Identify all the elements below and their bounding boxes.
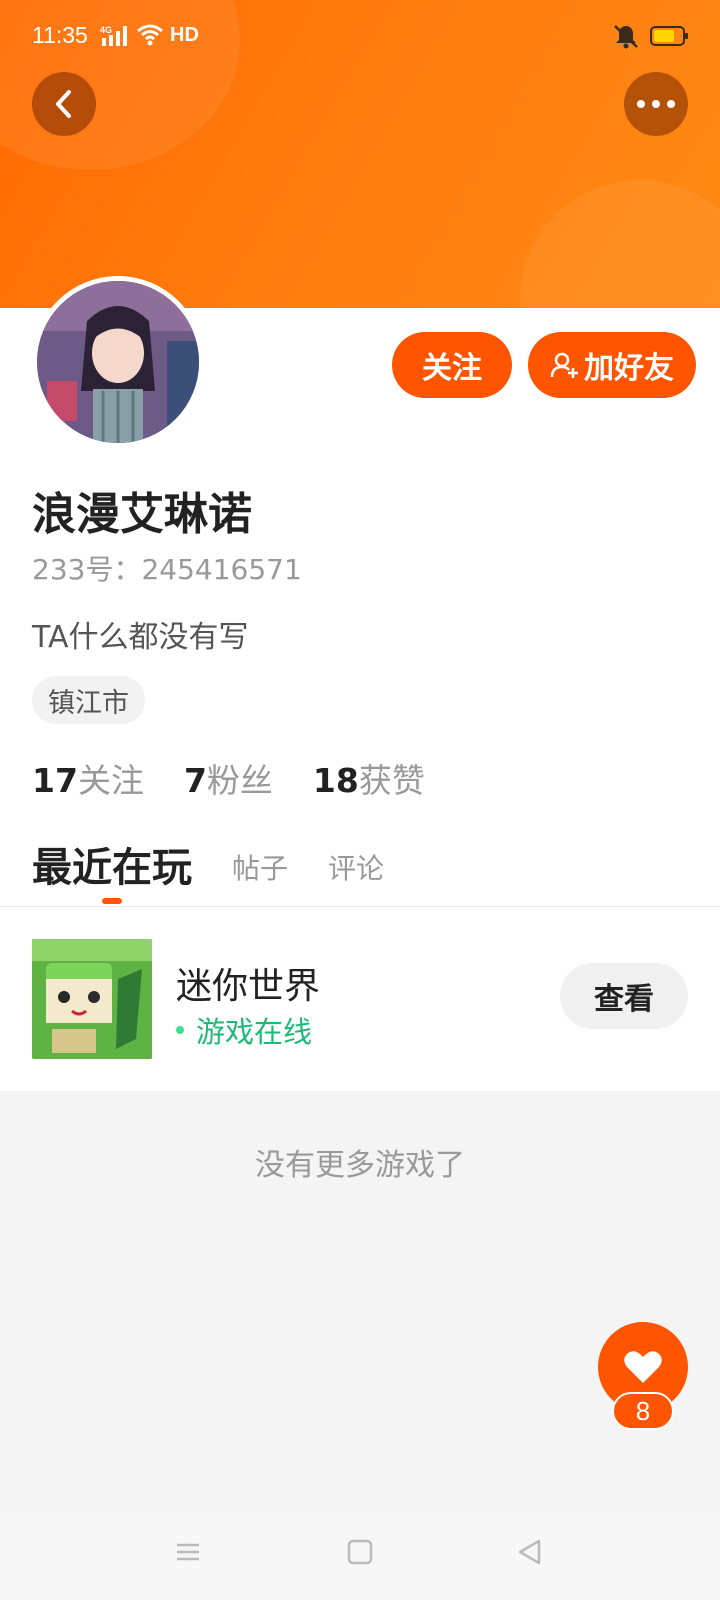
profile-bio: TA什么都没有写 xyxy=(32,620,249,655)
more-dots-icon xyxy=(637,100,675,108)
stat-label: 关注 xyxy=(77,761,144,800)
stat-number: 17 xyxy=(32,761,78,800)
system-nav-bar xyxy=(0,1512,720,1600)
mute-bell-icon xyxy=(612,22,640,56)
tab-recent-games[interactable]: 最近在玩 xyxy=(32,835,192,893)
online-dot-icon xyxy=(176,1026,184,1034)
home-icon[interactable] xyxy=(346,1538,374,1570)
add-friend-button[interactable]: 加好友 xyxy=(528,332,696,398)
city-tag: 镇江市 xyxy=(32,676,145,724)
profile-name: 浪漫艾琳诺 xyxy=(32,489,252,540)
add-user-icon xyxy=(550,352,578,378)
list-item[interactable]: 迷你世界 游戏在线 查看 xyxy=(0,907,720,1091)
game-name: 迷你世界 xyxy=(176,966,321,1007)
game-icon xyxy=(32,939,152,1059)
profile-stats: 17关注 7粉丝 18获赞 xyxy=(32,754,425,802)
tab-comments[interactable]: 评论 xyxy=(328,847,384,893)
tab-posts[interactable]: 帖子 xyxy=(232,847,288,893)
menu-icon[interactable] xyxy=(174,1538,202,1570)
list-footer: 没有更多游戏了 xyxy=(255,1148,465,1183)
stat-following[interactable]: 17关注 xyxy=(32,754,144,802)
back-button[interactable] xyxy=(32,72,96,136)
status-bar: 11:35 4G HD xyxy=(0,0,720,72)
avatar-image xyxy=(37,281,199,443)
add-friend-label: 加好友 xyxy=(584,352,674,385)
heart-icon xyxy=(624,1351,662,1383)
back-triangle-icon[interactable] xyxy=(516,1538,544,1570)
network-type: 4G xyxy=(100,25,112,35)
profile-tabs: 最近在玩 帖子 评论 xyxy=(32,835,384,893)
stat-number: 18 xyxy=(312,761,359,800)
stat-label: 粉丝 xyxy=(206,761,273,800)
like-count-badge: 8 xyxy=(612,1392,674,1430)
hd-indicator: HD xyxy=(170,24,199,46)
battery-icon xyxy=(650,25,690,53)
wifi-icon xyxy=(136,24,164,52)
stat-likes[interactable]: 18获赞 xyxy=(313,754,425,802)
tab-indicator xyxy=(102,898,122,904)
stat-fans[interactable]: 7粉丝 xyxy=(184,754,273,802)
stat-label: 获赞 xyxy=(358,761,425,800)
status-time: 11:35 xyxy=(32,22,88,48)
view-game-button[interactable]: 查看 xyxy=(560,963,688,1029)
game-status-text: 游戏在线 xyxy=(196,1015,313,1049)
signal-icon: 4G xyxy=(100,24,134,54)
banner-decoration xyxy=(520,180,720,308)
follow-button[interactable]: 关注 xyxy=(392,332,512,398)
more-button[interactable] xyxy=(624,72,688,136)
stat-number: 7 xyxy=(183,761,207,800)
game-status: 游戏在线 xyxy=(176,1009,312,1051)
avatar[interactable] xyxy=(32,276,204,448)
chevron-left-icon xyxy=(56,90,71,118)
profile-uid[interactable]: 233号：245416571 xyxy=(32,548,302,588)
